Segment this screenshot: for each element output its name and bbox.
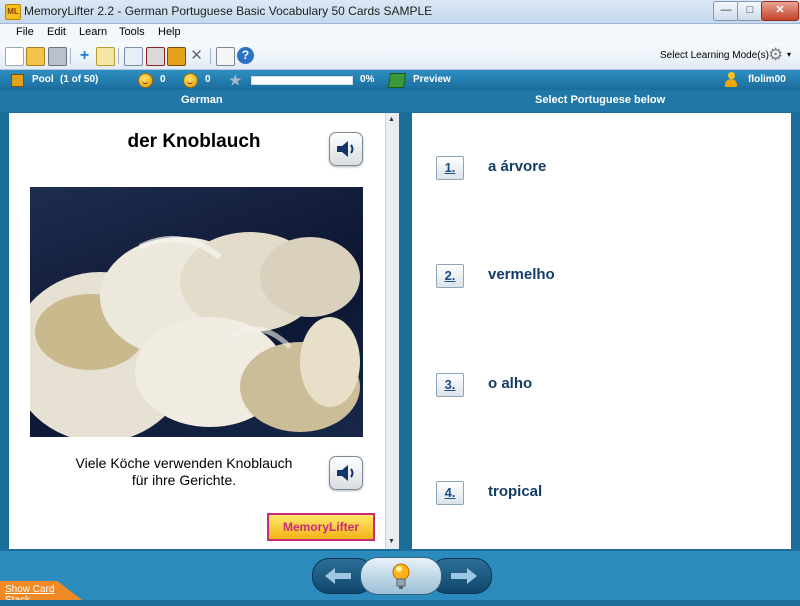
menu-learn[interactable]: Learn <box>79 26 107 38</box>
minimize-button[interactable]: — <box>713 1 739 21</box>
menu-bar: File Edit Learn Tools Help <box>0 24 800 43</box>
menu-help[interactable]: Help <box>158 26 181 38</box>
open-folder-icon[interactable] <box>26 47 45 66</box>
choice-text[interactable]: a árvore <box>488 158 546 175</box>
choice-number-button[interactable]: 1. <box>436 156 464 180</box>
light-bulb-icon <box>392 563 410 589</box>
star-icon: ★ <box>229 72 242 88</box>
menu-tools[interactable]: Tools <box>119 26 145 38</box>
menu-edit[interactable]: Edit <box>47 26 66 38</box>
question-column-header: German <box>181 94 223 106</box>
arrow-left-icon <box>325 568 351 584</box>
correct-smiley-icon <box>138 73 153 88</box>
user-icon <box>725 72 737 87</box>
pool-label: Pool <box>32 74 54 85</box>
question-panel: der Knoblauch Viele Köche verwenden Knob… <box>9 113 385 549</box>
play-word-audio-button[interactable] <box>329 132 363 166</box>
menu-file[interactable]: File <box>16 26 34 38</box>
edit-card-icon[interactable] <box>96 47 115 66</box>
choice-text[interactable]: vermelho <box>488 266 555 283</box>
print-icon[interactable] <box>48 47 67 66</box>
example-sentence-line-1: Viele Köche verwenden Knoblauch <box>75 455 293 471</box>
pool-icon <box>11 74 24 87</box>
gear-icon[interactable]: ⚙ <box>768 46 786 64</box>
question-word: der Knoblauch <box>127 131 261 152</box>
scroll-down-icon[interactable]: ▼ <box>388 538 395 545</box>
answer-choice[interactable]: 1. a árvore <box>436 156 756 184</box>
choice-text[interactable]: tropical <box>488 483 542 500</box>
toolbar: + ✕ ? Select Learning Mode(s) ⚙ ▾ <box>0 43 800 70</box>
presentation-icon[interactable] <box>124 47 143 66</box>
speaker-icon <box>337 465 354 481</box>
play-sentence-audio-button[interactable] <box>329 456 363 490</box>
arrow-right-icon <box>451 568 477 584</box>
statistics-icon[interactable] <box>146 47 165 66</box>
answer-column-header: Select Portuguese below <box>535 94 666 106</box>
title-bar: ML MemoryLifter 2.2 - German Portuguese … <box>0 0 800 24</box>
close-button[interactable]: ✕ <box>761 1 799 21</box>
wrong-count: 0 <box>205 74 211 85</box>
column-headers: German Select Portuguese below <box>0 90 800 112</box>
answer-panel: 1. a árvore 2. vermelho 3. o alho 4. tro… <box>412 113 791 549</box>
toolbar-separator <box>70 48 71 64</box>
answer-choice[interactable]: 3. o alho <box>436 373 756 401</box>
speaker-icon <box>337 141 354 157</box>
answer-choice[interactable]: 4. tropical <box>436 481 756 509</box>
new-file-icon[interactable] <box>5 47 24 66</box>
show-card-stack-link[interactable]: Show Card Stack <box>0 581 82 600</box>
toolbar-separator <box>118 48 119 64</box>
choice-text[interactable]: o alho <box>488 375 532 392</box>
maximize-button[interactable]: □ <box>737 1 763 21</box>
memorylifter-logo: MemoryLifter <box>267 513 375 541</box>
toolbar-separator <box>210 48 211 64</box>
add-card-icon[interactable]: + <box>76 47 93 64</box>
scroll-up-icon[interactable]: ▲ <box>388 116 395 123</box>
learning-mode-label[interactable]: Select Learning Mode(s) <box>660 50 769 61</box>
choice-number-button[interactable]: 3. <box>436 373 464 397</box>
garlic-image <box>30 187 363 437</box>
status-bar: Pool (1 of 50) 0 0 ★ 0% Preview flolim00 <box>0 70 800 90</box>
user-name: flolim00 <box>748 74 786 85</box>
progress-bar <box>251 76 353 85</box>
hint-button[interactable] <box>360 557 442 595</box>
card-stack-icon[interactable] <box>167 47 186 66</box>
window-title: MemoryLifter 2.2 - German Portuguese Bas… <box>24 4 433 18</box>
example-sentence-line-2: für ihre Gerichte. <box>131 472 237 488</box>
info-icon[interactable] <box>216 47 235 66</box>
choice-number-button[interactable]: 4. <box>436 481 464 505</box>
question-scrollbar[interactable]: ▲ ▼ <box>385 113 399 549</box>
show-card-stack-label[interactable]: Show Card Stack <box>5 584 82 600</box>
tools-icon[interactable]: ✕ <box>188 47 205 64</box>
example-sentence: Viele Köche verwenden Knoblauch für ihre… <box>49 455 319 489</box>
choice-number-button[interactable]: 2. <box>436 264 464 288</box>
correct-count: 0 <box>160 74 166 85</box>
progress-text: 0% <box>360 74 375 85</box>
help-icon[interactable]: ? <box>237 47 254 64</box>
preview-label[interactable]: Preview <box>413 74 451 85</box>
answer-choice[interactable]: 2. vermelho <box>436 264 756 292</box>
bottom-bar: Show Card Stack <box>0 551 800 600</box>
wrong-smiley-icon <box>183 73 198 88</box>
pool-count: (1 of 50) <box>60 74 99 85</box>
app-logo-icon: ML <box>5 4 21 20</box>
preview-icon[interactable] <box>387 73 407 88</box>
chevron-down-icon[interactable]: ▾ <box>787 50 791 59</box>
